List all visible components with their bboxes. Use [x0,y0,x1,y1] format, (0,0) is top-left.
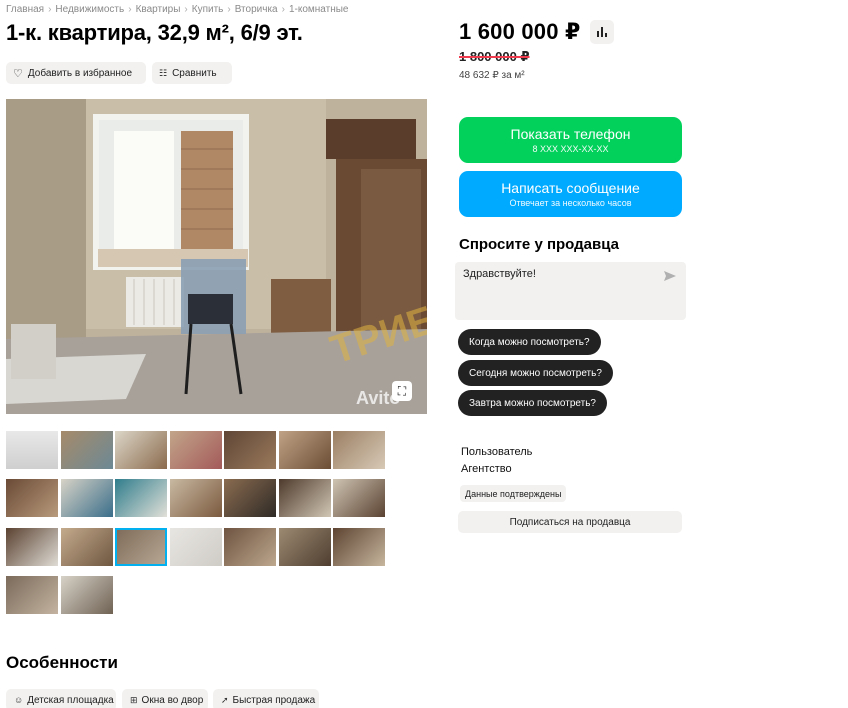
bar-chart-icon [601,27,603,37]
fullscreen-icon[interactable]: ⛶ [392,381,412,401]
subscribe-seller-button[interactable]: Подписаться на продавца [458,511,682,533]
feature-chip: ⊞ Окна во двор [122,689,208,708]
old-price: 1 800 000 ₽ [459,49,530,64]
add-to-favorites-label: Добавить в избранное [27,67,133,79]
breadcrumb-apartments[interactable]: Квартиры [136,4,181,15]
quick-question-chip[interactable]: Сегодня можно посмотреть? [458,360,613,386]
breadcrumb: Главная › Недвижимость › Квартиры › Купить ›… [6,4,348,15]
price-per-m2: 48 632 ₽ за м² [459,70,525,81]
breadcrumb-one-room[interactable]: 1-комнатные [289,4,349,15]
photo-thumbnail[interactable] [61,576,113,614]
ask-seller-box [455,262,686,320]
price: 1 600 000 ₽ [459,19,581,44]
response-time: Отвечает за несколько часов [509,198,632,208]
chevron-right-icon: › [227,4,231,15]
seller-name[interactable]: Пользователь [461,446,532,458]
photo-thumbnail[interactable] [115,528,167,566]
photo-thumbnail[interactable] [279,479,331,517]
breadcrumb-realty[interactable]: Недвижимость [55,4,124,15]
rocket-icon: ➚ [221,694,229,705]
photo-thumbnail[interactable] [333,431,385,469]
compare-icon: ☷ [159,67,168,78]
photo-thumbnail[interactable] [6,528,58,566]
photo-thumbnail[interactable] [170,528,222,566]
chevron-right-icon: › [128,4,132,15]
bar-chart-icon [605,33,607,37]
masked-phone: 8 XXX XXX-XX-XX [532,144,609,154]
photo-thumbnail[interactable] [6,479,58,517]
photo-thumbnail[interactable] [333,528,385,566]
photo-thumbnail[interactable] [61,479,113,517]
feature-chip: ☺ Детская площадка [6,689,116,708]
features-title: Особенности [6,653,118,672]
photo-thumbnail[interactable] [115,479,167,517]
heart-icon: ♡ [13,67,23,80]
show-phone-button[interactable]: Показать телефон 8 XXX XXX-XX-XX [459,117,682,163]
photo-thumbnail[interactable] [224,431,276,469]
show-phone-label: Показать телефон [510,126,631,142]
quick-question-chip[interactable]: Когда можно посмотреть? [458,329,601,355]
page-title: 1-к. квартира, 32,9 м², 6/9 эт. [6,20,303,45]
write-message-label: Написать сообщение [501,180,640,196]
write-message-button[interactable]: Написать сообщение Отвечает за несколько… [459,171,682,217]
photo-thumbnail[interactable] [333,479,385,517]
photo-thumbnail[interactable] [170,431,222,469]
photo-thumbnail[interactable] [170,479,222,517]
quick-question-chip[interactable]: Завтра можно посмотреть? [458,390,607,416]
window-icon: ⊞ [130,694,138,705]
feature-label: Детская площадка [27,694,114,706]
photo-thumbnail[interactable] [61,431,113,469]
add-to-favorites-button[interactable]: ♡ Добавить в избранное [6,62,146,84]
feature-chip: ➚ Быстрая продажа [213,689,319,708]
chevron-right-icon: › [184,4,188,15]
price-history-button[interactable] [590,20,614,44]
compare-button[interactable]: ☷ Сравнить [152,62,232,84]
photo-thumbnail[interactable] [279,431,331,469]
playground-icon: ☺ [14,695,24,705]
breadcrumb-buy[interactable]: Купить [192,4,224,15]
chevron-right-icon: › [48,4,52,15]
photo-thumbnail[interactable] [6,431,58,469]
photo-thumbnail[interactable] [6,576,58,614]
main-photo[interactable]: ТРИБУН Avito ⛶ [6,99,427,414]
breadcrumb-home[interactable]: Главная [6,4,44,15]
breadcrumb-secondary[interactable]: Вторичка [235,4,278,15]
photo-thumbnail[interactable] [279,528,331,566]
send-icon[interactable] [664,270,676,282]
chevron-right-icon: › [281,4,285,15]
ask-seller-title: Спросите у продавца [459,236,619,253]
seller-type: Агентство [461,463,512,475]
feature-label: Окна во двор [141,694,204,706]
ask-seller-input[interactable] [463,268,653,280]
photo-thumbnail[interactable] [61,528,113,566]
photo-thumbnail[interactable] [224,479,276,517]
feature-label: Быстрая продажа [232,694,316,706]
photo-thumbnail[interactable] [115,431,167,469]
bar-chart-icon [597,31,599,37]
photo-thumbnail[interactable] [224,528,276,566]
compare-label: Сравнить [172,67,217,79]
verified-badge: Данные подтверждены [460,485,567,502]
